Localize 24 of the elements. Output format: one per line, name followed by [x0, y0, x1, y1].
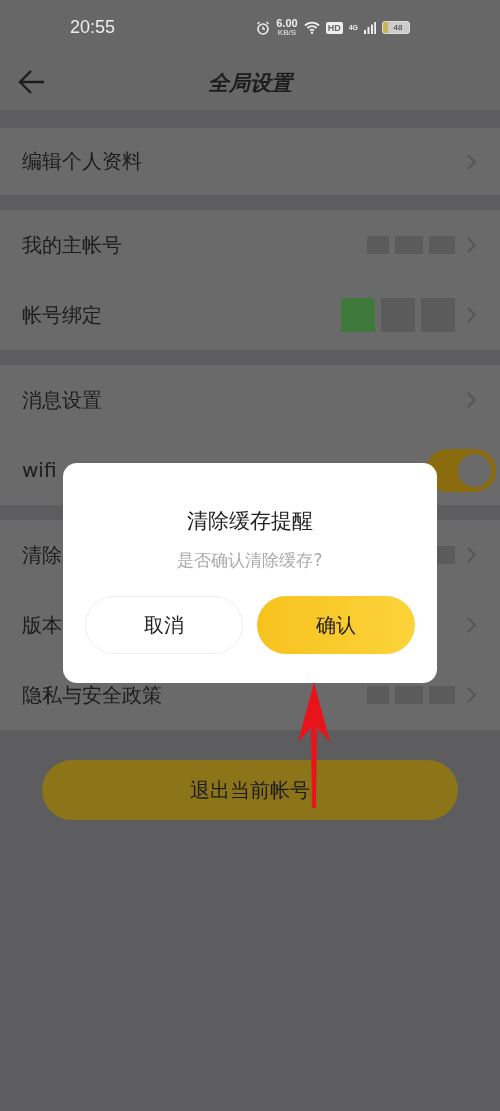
setting-label: 我的主帐号: [22, 231, 122, 259]
battery-icon: 48: [382, 21, 410, 34]
setting-label: 编辑个人资料: [22, 148, 142, 175]
hd-badge: HD: [325, 21, 343, 34]
dialog-message: 是否确认清除缓存?: [177, 549, 323, 572]
dialog-title: 清除缓存提醒: [187, 508, 313, 535]
setting-label: 版本: [22, 611, 62, 639]
speed-unit: KB/S: [277, 29, 297, 37]
wifi-icon: [303, 21, 320, 34]
setting-label: 隐私与安全政策: [22, 681, 162, 709]
network-speed: 6.00: [276, 18, 298, 29]
setting-label: wifi: [22, 458, 57, 482]
toggle-switch[interactable]: [426, 448, 496, 492]
logout-button[interactable]: 退出当前帐号: [42, 760, 458, 820]
page-title: 全局设置: [208, 69, 292, 97]
alarm-icon: [256, 20, 271, 35]
cancel-button[interactable]: 取消: [85, 596, 243, 654]
signal-icon: [364, 21, 376, 34]
clock-time: 20:55: [70, 17, 116, 38]
setting-label: 帐号绑定: [22, 301, 102, 329]
setting-label: 消息设置: [22, 386, 102, 414]
confirm-button[interactable]: 确认: [257, 596, 415, 654]
setting-label: 清除: [22, 541, 62, 569]
back-arrow-icon[interactable]: [18, 69, 46, 95]
